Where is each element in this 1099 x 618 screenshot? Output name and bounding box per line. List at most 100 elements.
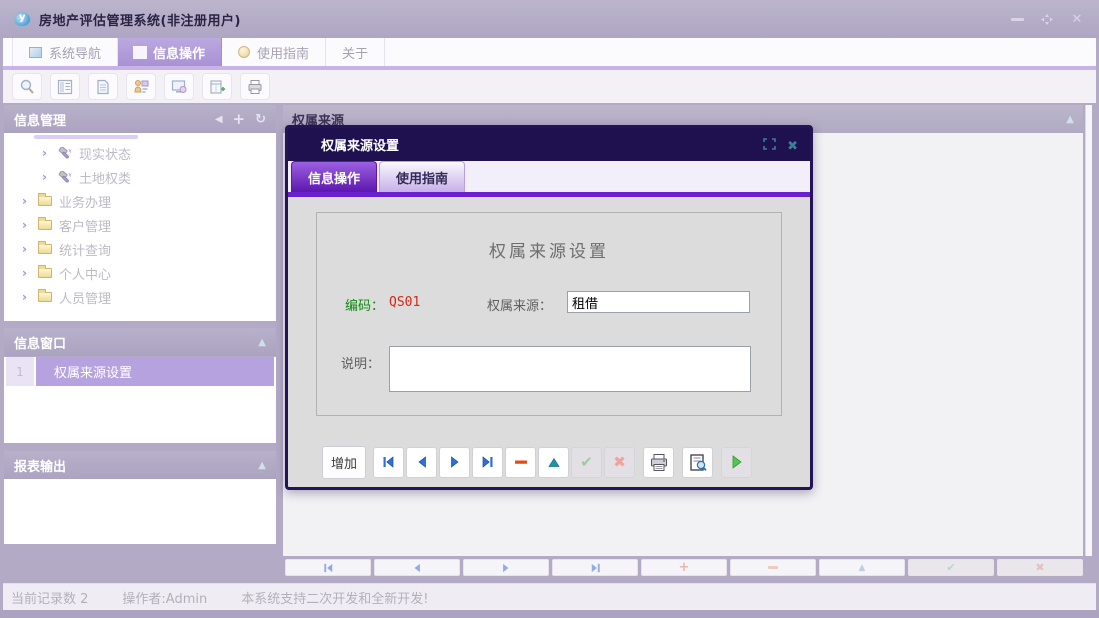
user-report-tool-button[interactable] (126, 73, 156, 100)
chevron-right-icon: › (22, 194, 31, 208)
previous-record-icon (412, 563, 422, 573)
nav-previous-button[interactable] (374, 559, 460, 576)
nav-add-button[interactable]: + (641, 559, 727, 576)
ribbon-tab-bar: 系统导航 信息操作 使用指南 关于 (3, 38, 1096, 66)
tree-item-land-right-type[interactable]: › 土地权类 (4, 165, 276, 189)
delete-record-button[interactable] (505, 447, 536, 478)
panel-title: 信息窗口 (14, 333, 66, 352)
nav-edit-button[interactable]: ▲ (819, 559, 905, 576)
window-list-row[interactable]: 1 权属来源设置 (6, 357, 274, 386)
nav-last-button[interactable] (552, 559, 638, 576)
info-window-panel-header[interactable]: 信息窗口 ▲ (4, 328, 276, 356)
close-button[interactable]: ✕ (1069, 12, 1085, 26)
chevron-right-icon: › (22, 242, 31, 256)
tab-label: 系统导航 (49, 43, 101, 62)
collapse-up-icon[interactable]: ▲ (258, 460, 266, 471)
first-record-icon (382, 456, 395, 468)
info-management-panel-header[interactable]: 信息管理 ◀ + ↻ (4, 105, 276, 133)
tree-item-label: 统计查询 (59, 240, 111, 259)
first-record-button[interactable] (373, 447, 404, 478)
tree-item-customer-management[interactable]: › 客户管理 (4, 213, 276, 237)
print-button[interactable] (643, 447, 674, 478)
folder-icon (38, 292, 52, 302)
ownership-source-dialog: 权属来源设置 ✖ 信息操作 使用指南 权属来源设置 编码： QS01 权属来源：… (285, 125, 813, 490)
next-record-button[interactable] (439, 447, 470, 478)
document-icon (94, 78, 112, 96)
form-groupbox: 权属来源设置 编码： QS01 权属来源： 说明： (316, 212, 782, 416)
description-textarea[interactable] (389, 346, 751, 392)
nav-next-button[interactable] (463, 559, 549, 576)
tree-item-personal-center[interactable]: › 个人中心 (4, 261, 276, 285)
tree-item-personnel-management[interactable]: › 人员管理 (4, 285, 276, 309)
chevron-right-icon: › (42, 170, 51, 184)
printer-tool-button[interactable] (240, 73, 270, 100)
tab-user-guide[interactable]: 使用指南 (222, 38, 326, 66)
confirm-button[interactable]: ✔ (571, 447, 602, 478)
nav-confirm-button[interactable]: ✔ (908, 559, 994, 576)
table-add-tool-button[interactable] (202, 73, 232, 100)
vertical-scrollbar[interactable] (1085, 105, 1092, 556)
tree-item-statistics-query[interactable]: › 统计查询 (4, 237, 276, 261)
minimize-button[interactable] (1009, 12, 1025, 26)
tree-item-label: 个人中心 (59, 264, 111, 283)
folder-icon (38, 268, 52, 278)
dialog-close-button[interactable]: ✖ (787, 135, 798, 154)
tool-icon (58, 147, 72, 160)
tree-item-reality-status[interactable]: › 现实状态 (4, 141, 276, 165)
tree-item-business-handling[interactable]: › 业务办理 (4, 189, 276, 213)
nav-delete-button[interactable] (730, 559, 816, 576)
nav-cancel-button[interactable]: ✖ (997, 559, 1083, 576)
sidebar: 信息管理 ◀ + ↻ › 现实状态 › 土地权类 (4, 105, 276, 544)
nav-first-button[interactable] (285, 559, 371, 576)
tab-label: 信息操作 (153, 43, 205, 62)
print-preview-button[interactable] (682, 447, 713, 478)
info-management-tree: › 现实状态 › 土地权类 › 业务办理 › 客户管理 (4, 133, 276, 321)
collapse-up-icon[interactable]: ▲ (258, 337, 266, 348)
dialog-button-row: 增加 ✔ ✖ (288, 445, 810, 479)
report-output-panel-header[interactable]: 报表输出 ▲ (4, 451, 276, 479)
search-tool-button[interactable] (12, 73, 42, 100)
previous-record-icon (416, 456, 428, 468)
dialog-tab-bar: 信息操作 使用指南 (288, 161, 810, 192)
last-record-icon (590, 563, 601, 573)
tree-horizontal-scrollbar[interactable] (34, 135, 138, 139)
description-label: 说明： (341, 353, 380, 372)
maximize-icon (763, 138, 776, 150)
tab-about[interactable]: 关于 (326, 38, 385, 66)
previous-record-button[interactable] (406, 447, 437, 478)
tab-system-navigation[interactable]: 系统导航 (12, 38, 118, 66)
cancel-button[interactable]: ✖ (604, 447, 635, 478)
tab-label: 使用指南 (257, 43, 309, 62)
cancel-icon: ✖ (1035, 561, 1044, 574)
monitor-preview-tool-button[interactable] (164, 73, 194, 100)
add-button[interactable]: 增加 (322, 446, 366, 479)
chevron-right-icon: › (22, 218, 31, 232)
print-icon (649, 453, 669, 472)
app-logo-icon (14, 12, 31, 27)
panel-title: 报表输出 (14, 456, 66, 475)
document-tool-button[interactable] (88, 73, 118, 100)
add-icon[interactable]: + (233, 110, 246, 128)
chevron-right-icon: › (42, 146, 51, 160)
restore-button[interactable] (1039, 12, 1055, 26)
list-view-icon (56, 78, 74, 96)
dialog-tab-info-operation[interactable]: 信息操作 (291, 161, 377, 192)
code-label: 编码： (345, 295, 384, 314)
refresh-icon[interactable]: ↻ (255, 112, 266, 127)
tab-info-operation[interactable]: 信息操作 (118, 38, 222, 66)
app-title: 房地产评估管理系统(非注册用户) (39, 10, 241, 29)
printer-icon (246, 78, 264, 96)
cancel-icon: ✖ (613, 453, 626, 471)
last-record-button[interactable] (472, 447, 503, 478)
edit-record-button[interactable] (538, 447, 569, 478)
list-view-tool-button[interactable] (50, 73, 80, 100)
run-button[interactable] (721, 447, 752, 478)
source-input[interactable] (567, 291, 750, 313)
dialog-maximize-button[interactable] (763, 135, 776, 154)
dialog-title-bar: 权属来源设置 ✖ (288, 128, 810, 161)
tab-label: 使用指南 (396, 168, 448, 187)
delete-record-icon (514, 456, 528, 468)
collapse-up-icon[interactable]: ▲ (1066, 114, 1074, 125)
dialog-tab-user-guide[interactable]: 使用指南 (379, 161, 465, 192)
collapse-left-icon[interactable]: ◀ (215, 114, 223, 125)
